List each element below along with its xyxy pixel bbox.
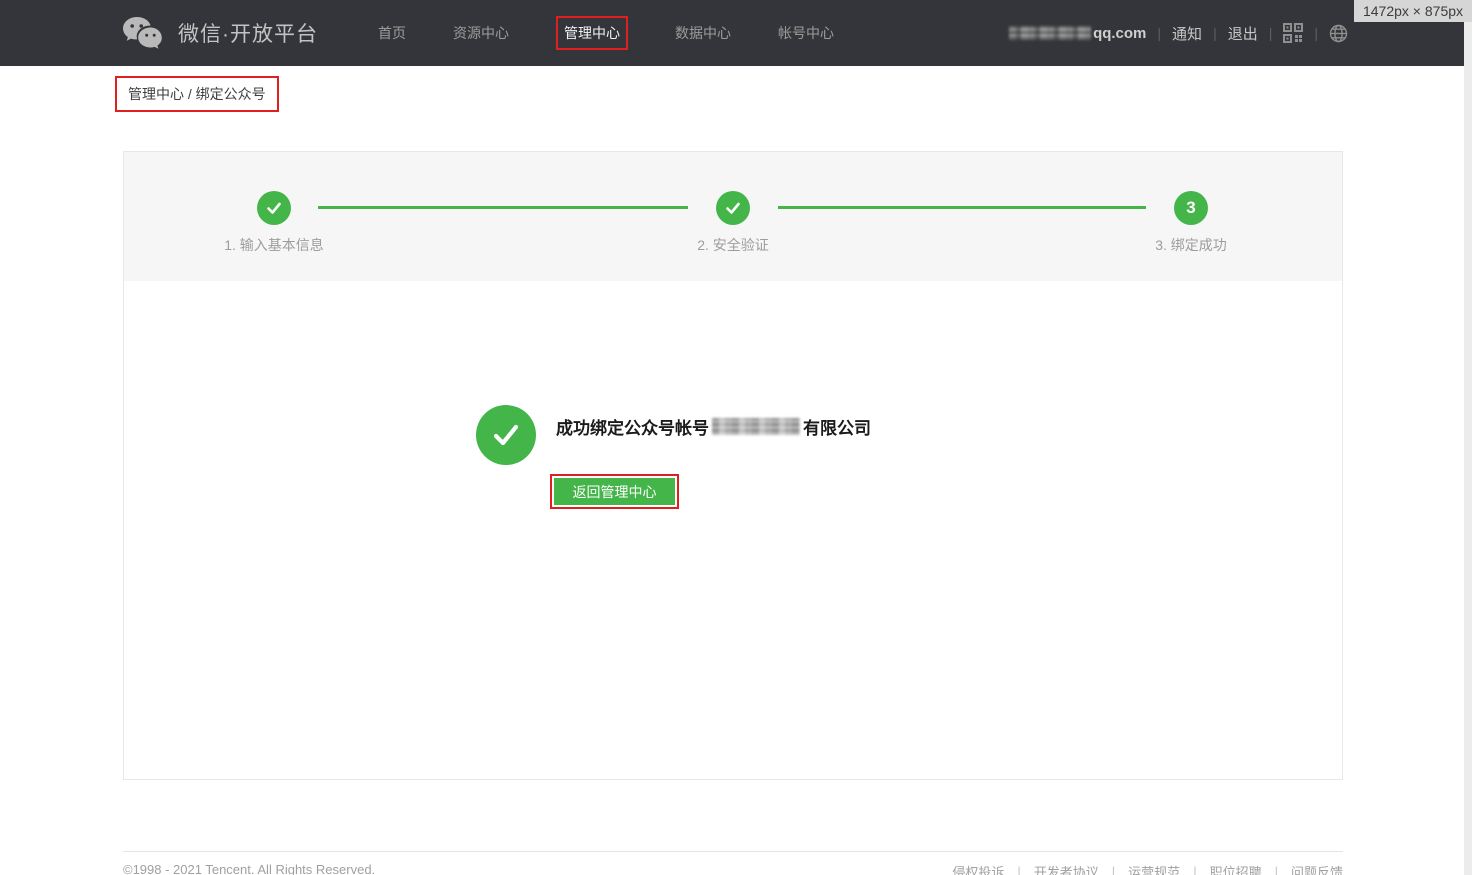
- footer-link-feedback[interactable]: 问题反馈: [1291, 862, 1343, 875]
- globe-icon[interactable]: [1329, 24, 1348, 43]
- success-message-company-suffix: 有限公司: [803, 414, 871, 439]
- navbar-account-area: qq.com | 通知 | 退出 |: [1009, 0, 1348, 66]
- page-scrollbar[interactable]: [1464, 0, 1472, 875]
- account-email: qq.com: [1009, 25, 1146, 42]
- step1-label: 1. 输入基本信息: [164, 235, 384, 255]
- step1-check-icon: [257, 191, 291, 225]
- main-nav: 首页 资源中心 管理中心 数据中心 帐号中心: [378, 0, 834, 66]
- qrcode-icon[interactable]: [1283, 23, 1303, 43]
- notifications-link[interactable]: 通知: [1172, 23, 1202, 44]
- nav-item-resource-center[interactable]: 资源中心: [453, 23, 509, 43]
- brand-title: 微信·开放平台: [178, 18, 318, 48]
- success-check-icon: [476, 405, 536, 465]
- wechat-logo-icon: [122, 16, 164, 50]
- nav-item-home[interactable]: 首页: [378, 23, 406, 43]
- footer-separator: |: [1275, 864, 1278, 875]
- top-navbar: 微信·开放平台 首页 资源中心 管理中心 数据中心 帐号中心 qq.com | …: [0, 0, 1472, 66]
- company-name-redacted-blur: [712, 418, 800, 435]
- footer-separator: |: [1112, 864, 1115, 875]
- email-redacted-blur: [1009, 26, 1091, 40]
- step-connector-line: [778, 206, 1146, 209]
- footer-link-jobs[interactable]: 职位招聘: [1210, 862, 1262, 875]
- step-connector-line: [318, 206, 688, 209]
- footer-separator: |: [1193, 864, 1196, 875]
- brand-home-link[interactable]: 微信·开放平台: [122, 0, 318, 66]
- footer-link-complaint[interactable]: 侵权投诉: [952, 862, 1004, 875]
- progress-stepper: 3 1. 输入基本信息 2. 安全验证 3. 绑定成功: [124, 152, 1342, 281]
- step2-check-icon: [716, 191, 750, 225]
- account-email-domain: qq.com: [1093, 25, 1146, 42]
- breadcrumb[interactable]: 管理中心 / 绑定公众号: [115, 76, 279, 112]
- viewport-size-badge: 1472px × 875px: [1354, 0, 1472, 22]
- bind-account-panel: 3 1. 输入基本信息 2. 安全验证 3. 绑定成功 成功绑定公众号帐号 有限…: [123, 151, 1343, 780]
- logout-link[interactable]: 退出: [1228, 23, 1258, 44]
- step3-number: 3: [1186, 198, 1195, 218]
- footer-separator: |: [1017, 864, 1020, 875]
- step2-label: 2. 安全验证: [623, 235, 843, 255]
- step3-label: 3. 绑定成功: [1081, 235, 1301, 255]
- success-message: 成功绑定公众号帐号 有限公司: [556, 414, 871, 439]
- nav-separator: |: [1157, 25, 1161, 41]
- footer-link-operation-rules[interactable]: 运营规范: [1128, 862, 1180, 875]
- success-message-prefix: 成功绑定公众号帐号: [556, 414, 709, 439]
- page: 微信·开放平台 首页 资源中心 管理中心 数据中心 帐号中心 qq.com | …: [0, 0, 1472, 875]
- nav-separator: |: [1314, 25, 1318, 41]
- footer-copyright: ©1998 - 2021 Tencent. All Rights Reserve…: [123, 862, 375, 875]
- return-to-management-button[interactable]: 返回管理中心: [554, 478, 675, 505]
- annotation-box-return-button: 返回管理中心: [550, 474, 679, 509]
- footer-links: 侵权投诉 | 开发者协议 | 运营规范 | 职位招聘 | 问题反馈: [952, 862, 1343, 875]
- nav-item-account-center[interactable]: 帐号中心: [778, 23, 834, 43]
- nav-separator: |: [1269, 25, 1273, 41]
- step3-number-badge: 3: [1174, 191, 1208, 225]
- footer-divider: [123, 851, 1343, 852]
- footer-link-developer-agreement[interactable]: 开发者协议: [1034, 862, 1099, 875]
- nav-item-management-center[interactable]: 管理中心: [556, 16, 628, 50]
- nav-item-data-center[interactable]: 数据中心: [675, 23, 731, 43]
- nav-separator: |: [1213, 25, 1217, 41]
